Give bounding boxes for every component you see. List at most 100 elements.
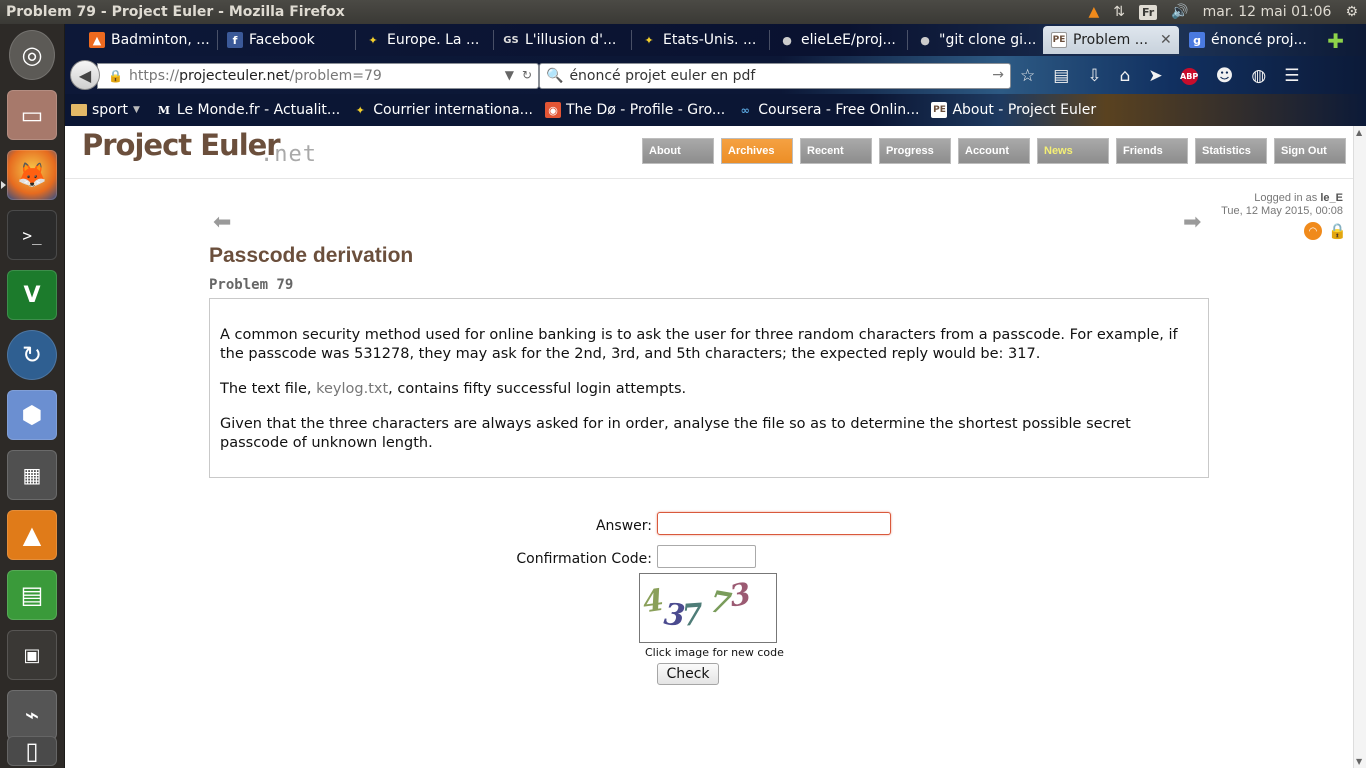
- reading-list-icon[interactable]: ▤: [1053, 66, 1069, 86]
- tab-close-icon[interactable]: ✕: [1160, 32, 1172, 48]
- github-icon: ●: [920, 33, 930, 47]
- page-scrollbar[interactable]: ▲ ▼: [1353, 126, 1366, 768]
- search-go-arrow-icon[interactable]: →: [992, 67, 1004, 83]
- calculator-icon[interactable]: ▦: [7, 450, 57, 500]
- back-button[interactable]: ◀: [70, 60, 100, 90]
- tab-github-project[interactable]: ● elieLeE/proj...: [771, 26, 903, 54]
- chevron-down-icon: ▼: [133, 105, 140, 115]
- tab-etats-unis[interactable]: ✦ Etats-Unis. ...: [633, 26, 765, 54]
- le-monde-icon: M: [157, 103, 171, 117]
- new-tab-plus-icon[interactable]: ✚: [1327, 29, 1344, 53]
- keyboard-layout-indicator[interactable]: Fr: [1138, 4, 1158, 20]
- bookmark-coursera[interactable]: ∞ Coursera - Free Onlin...: [731, 102, 925, 118]
- tab-illusion[interactable]: GS L'illusion d'...: [495, 26, 627, 54]
- clock[interactable]: mar. 12 mai 01:06: [1203, 4, 1332, 20]
- nav-archives[interactable]: Archives: [721, 138, 793, 164]
- bookmark-star-icon[interactable]: ☆: [1020, 66, 1035, 86]
- padlock-icon[interactable]: 🔒: [1328, 222, 1347, 240]
- window-title: Problem 79 - Project Euler - Mozilla Fir…: [6, 4, 345, 20]
- ubuntu-dash-icon[interactable]: ◎: [9, 30, 55, 80]
- send-icon[interactable]: ➤: [1148, 66, 1162, 86]
- tab-europe[interactable]: ✦ Europe. La ...: [357, 26, 489, 54]
- tab-badminton[interactable]: ▲ Badminton, ...: [81, 26, 213, 54]
- top-panel: Problem 79 - Project Euler - Mozilla Fir…: [0, 0, 1366, 24]
- url-dropdown-icon[interactable]: ▼: [505, 68, 514, 82]
- workspace-switcher-icon[interactable]: ▣: [7, 630, 57, 680]
- vlc-tray-icon[interactable]: ▲: [1088, 4, 1099, 20]
- nav-statistics[interactable]: Statistics: [1195, 138, 1267, 164]
- nav-friends[interactable]: Friends: [1116, 138, 1188, 164]
- lock-icon: 🔒: [108, 69, 123, 83]
- trash-icon[interactable]: ▯: [7, 736, 57, 766]
- search-icon: 🔍: [546, 68, 564, 84]
- vim-icon[interactable]: V: [7, 270, 57, 320]
- answer-input[interactable]: [657, 512, 891, 535]
- nav-account[interactable]: Account: [958, 138, 1030, 164]
- tab-google-enonce[interactable]: g énoncé proj...: [1181, 26, 1311, 54]
- web-page: Project Euler .net About Archives Recent…: [65, 126, 1353, 768]
- volume-icon[interactable]: 🔊: [1171, 4, 1188, 20]
- search-bar[interactable]: 🔍 énoncé projet euler en pdf →: [539, 63, 1011, 89]
- vlc-icon[interactable]: ▲: [7, 510, 57, 560]
- nav-progress[interactable]: Progress: [879, 138, 951, 164]
- toolbar-icons: ☆ ▤ ⇩ ⌂ ➤ ABP ☻ ◍ ☰: [1020, 63, 1299, 89]
- spreadsheet-icon[interactable]: ▤: [7, 570, 57, 620]
- scroll-up-arrow-icon[interactable]: ▲: [1356, 128, 1362, 137]
- chat-icon[interactable]: ☻: [1216, 66, 1234, 86]
- rss-feed-icon[interactable]: ◠: [1304, 222, 1322, 240]
- folder-icon: [71, 104, 87, 116]
- scroll-down-arrow-icon[interactable]: ▼: [1356, 757, 1362, 766]
- tab-problem-79[interactable]: PE Problem ... ✕: [1043, 26, 1179, 54]
- project-euler-icon: PE: [931, 102, 948, 118]
- bookmark-courrier-international[interactable]: ✦ Courrier internationa...: [346, 102, 539, 118]
- network-icon[interactable]: ⇅: [1113, 4, 1125, 20]
- logo-net-suffix: .net: [260, 142, 317, 167]
- login-info: Logged in as le_E Tue, 12 May 2015, 00:0…: [1221, 192, 1343, 217]
- teamviewer-icon[interactable]: ↻: [7, 330, 57, 380]
- bookmark-the-do[interactable]: ◉ The Dø - Profile - Gro...: [539, 102, 731, 118]
- adblock-plus-icon[interactable]: ABP: [1180, 67, 1198, 85]
- problem-statement: A common security method used for online…: [209, 298, 1209, 478]
- home-icon[interactable]: ⌂: [1120, 66, 1131, 86]
- facebook-icon: f: [227, 32, 243, 48]
- previous-problem-arrow-icon[interactable]: ⬅: [213, 210, 231, 235]
- tab-git-clone[interactable]: ● "git clone gi...: [909, 26, 1041, 54]
- reload-icon[interactable]: ↻: [522, 68, 532, 82]
- captcha-hint: Click image for new code: [645, 646, 784, 659]
- url-bar[interactable]: 🔒 https://projecteuler.net/problem=79 ▼ …: [97, 63, 539, 89]
- nav-sign-out[interactable]: Sign Out: [1274, 138, 1346, 164]
- bookmark-sport-folder[interactable]: sport ▼: [65, 102, 146, 118]
- next-problem-arrow-icon[interactable]: ➡: [1183, 210, 1201, 235]
- captcha-char: 4: [640, 582, 667, 621]
- confirmation-code-input[interactable]: [657, 545, 756, 568]
- menu-hamburger-icon[interactable]: ☰: [1284, 66, 1299, 86]
- courrier-international-icon: ✦: [644, 33, 654, 47]
- tab-facebook[interactable]: f Facebook: [219, 26, 351, 54]
- virtualbox-icon[interactable]: ⬢: [7, 390, 57, 440]
- project-euler-logo[interactable]: Project Euler: [82, 128, 281, 162]
- captcha-image[interactable]: 4 3 7 7 3: [639, 573, 777, 643]
- bookmark-about-project-euler[interactable]: PE About - Project Euler: [925, 102, 1102, 118]
- login-username: le_E: [1320, 192, 1343, 204]
- keylog-file-link[interactable]: keylog.txt: [316, 381, 388, 397]
- nav-news[interactable]: News: [1037, 138, 1109, 164]
- captcha-char: 7: [680, 597, 705, 634]
- courrier-international-icon: ✦: [368, 33, 378, 47]
- terminal-icon[interactable]: >_: [7, 210, 57, 260]
- check-button[interactable]: Check: [657, 663, 719, 685]
- login-datetime: Tue, 12 May 2015, 00:08: [1221, 205, 1343, 217]
- downloads-icon[interactable]: ⇩: [1087, 66, 1101, 86]
- search-input[interactable]: énoncé projet euler en pdf: [569, 68, 755, 84]
- globe-icon[interactable]: ◍: [1251, 66, 1266, 86]
- usb-drive-icon[interactable]: ⌁: [7, 690, 57, 740]
- nav-recent[interactable]: Recent: [800, 138, 872, 164]
- nav-about[interactable]: About: [642, 138, 714, 164]
- settings-gear-icon[interactable]: ⚙: [1345, 4, 1358, 20]
- file-manager-icon[interactable]: ▭: [7, 90, 57, 140]
- badminton-icon: ▲: [89, 32, 105, 48]
- firefox-icon[interactable]: 🦊: [7, 150, 57, 200]
- firefox-window: ▲ Badminton, ... f Facebook ✦ Europe. La…: [65, 24, 1366, 768]
- project-euler-icon: PE: [1051, 32, 1067, 48]
- bookmark-le-monde[interactable]: M Le Monde.fr - Actualit...: [146, 102, 346, 118]
- problem-number: Problem 79: [209, 277, 294, 293]
